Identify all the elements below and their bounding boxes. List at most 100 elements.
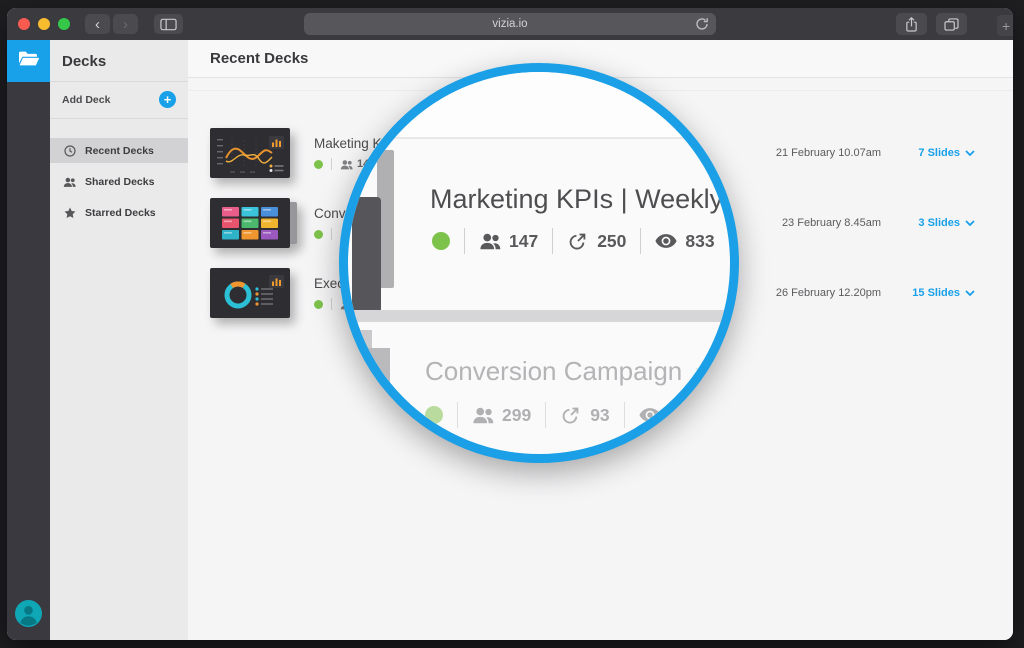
links-count: 93 [590, 405, 609, 426]
decks-sidebar: Decks Add Deck + Recent Decks [50, 40, 188, 640]
folder-icon [18, 50, 40, 72]
minimize-window-button[interactable] [38, 18, 50, 30]
share-link-icon [560, 406, 582, 424]
magnified-row-divider [348, 310, 730, 322]
new-tab-button[interactable]: + [997, 15, 1013, 36]
chevron-down-icon [965, 150, 975, 156]
links-stat: 250 [567, 231, 626, 252]
sidebar-item-label: Recent Decks [85, 145, 154, 157]
sidebar-toggle-button[interactable] [154, 14, 183, 34]
tabs-overview-button[interactable] [936, 13, 967, 35]
divider [624, 402, 625, 428]
deck-date: 23 February 8.45am [757, 217, 881, 229]
share-icon [905, 17, 918, 32]
magnifier-lens: Marketing KPIs | Weekly Re 147 250 833 [339, 63, 739, 463]
slides-count: 15 Slides [912, 287, 960, 299]
star-icon [63, 206, 76, 219]
views-stat: 833 [655, 231, 714, 252]
browser-window: ‹ › vizia.io [7, 8, 1013, 640]
deck-meta: 26 February 12.20pm 15 Slides [757, 287, 975, 299]
lens-faded-deck-title: Conversion Campaign ★ [425, 356, 713, 387]
status-dot [314, 230, 323, 239]
status-dot [425, 406, 443, 424]
url-text: vizia.io [492, 18, 527, 30]
app-rail [7, 40, 50, 640]
deck-date: 21 February 10.07am [757, 147, 881, 159]
deck-meta: 21 February 10.07am 7 Slides [757, 147, 975, 159]
browser-titlebar: ‹ › vizia.io [7, 8, 1013, 40]
deck-thumbnail-donut-chart[interactable] [210, 268, 290, 318]
lens-deck-title: Marketing KPIs | Weekly Re [430, 184, 730, 215]
nav-buttons: ‹ › [85, 14, 138, 34]
sidebar-toggle-icon [160, 18, 177, 31]
lens-header-area [348, 72, 730, 137]
status-dot [432, 232, 450, 250]
lens-content: Marketing KPIs | Weekly Re 147 250 833 [348, 72, 730, 454]
people-count: 147 [509, 231, 538, 252]
back-button[interactable]: ‹ [85, 14, 110, 34]
divider [331, 228, 332, 240]
decks-app-tile[interactable] [7, 40, 50, 82]
traffic-lights [18, 18, 70, 30]
clock-icon [63, 144, 76, 157]
sidebar-item-label: Starred Decks [85, 207, 156, 219]
chevron-down-icon [965, 220, 975, 226]
divider [331, 158, 332, 170]
tabs-icon [944, 18, 959, 31]
magnified-thumbnail-edge [352, 197, 381, 313]
divider [331, 298, 332, 310]
user-avatar[interactable] [15, 600, 42, 627]
views-count: 833 [685, 231, 714, 252]
add-deck-label: Add Deck [62, 94, 110, 106]
lens-deck-stats: 147 250 833 [432, 228, 715, 254]
titlebar-actions [896, 13, 967, 35]
share-link-icon [567, 232, 589, 250]
people-icon [63, 175, 76, 188]
close-window-button[interactable] [18, 18, 30, 30]
refresh-icon[interactable] [695, 17, 709, 31]
people-stat: 147 [479, 231, 538, 252]
add-deck-row[interactable]: Add Deck + [50, 82, 188, 119]
zoom-window-button[interactable] [58, 18, 70, 30]
sidebar-menu: Recent Decks Shared Decks [50, 138, 188, 225]
slides-dropdown[interactable]: 3 Slides [911, 217, 975, 229]
people-icon [479, 232, 501, 250]
deck-meta: 23 February 8.45am 3 Slides [757, 217, 975, 229]
links-stat: 93 [560, 405, 609, 426]
divider [640, 228, 641, 254]
slides-count: 3 Slides [918, 217, 960, 229]
lens-faded-deck-stats: 299 93 637 [425, 402, 698, 428]
deck-date: 26 February 12.20pm [757, 287, 881, 299]
sidebar-item-recent-decks[interactable]: Recent Decks [50, 138, 188, 163]
divider [552, 228, 553, 254]
divider [457, 402, 458, 428]
people-icon [472, 406, 494, 424]
chevron-down-icon [965, 290, 975, 296]
deck-thumbnail-line-chart[interactable] [210, 128, 290, 178]
slides-dropdown[interactable]: 7 Slides [911, 147, 975, 159]
share-button[interactable] [896, 13, 927, 35]
people-stat: 299 [472, 405, 531, 426]
sidebar-item-label: Shared Decks [85, 176, 154, 188]
eye-icon [655, 232, 677, 250]
divider [464, 228, 465, 254]
eye-icon [639, 406, 661, 424]
views-stat: 637 [639, 405, 698, 426]
people-icon [340, 159, 353, 170]
divider [348, 137, 730, 139]
star-icon: ★ [694, 359, 713, 384]
deck-thumbnail-color-tiles[interactable] [210, 198, 290, 248]
sidebar-item-shared-decks[interactable]: Shared Decks [50, 169, 188, 194]
slides-dropdown[interactable]: 15 Slides [911, 287, 975, 299]
sidebar-item-starred-decks[interactable]: Starred Decks [50, 200, 188, 225]
divider [545, 402, 546, 428]
views-count: 637 [669, 405, 698, 426]
address-bar[interactable]: vizia.io [304, 13, 716, 35]
magnified-thumbnail-shadow [364, 348, 390, 402]
forward-button[interactable]: › [113, 14, 138, 34]
people-count: 299 [502, 405, 531, 426]
add-deck-button[interactable]: + [159, 91, 176, 108]
status-dot [314, 300, 323, 309]
slides-count: 7 Slides [918, 147, 960, 159]
links-count: 250 [597, 231, 626, 252]
